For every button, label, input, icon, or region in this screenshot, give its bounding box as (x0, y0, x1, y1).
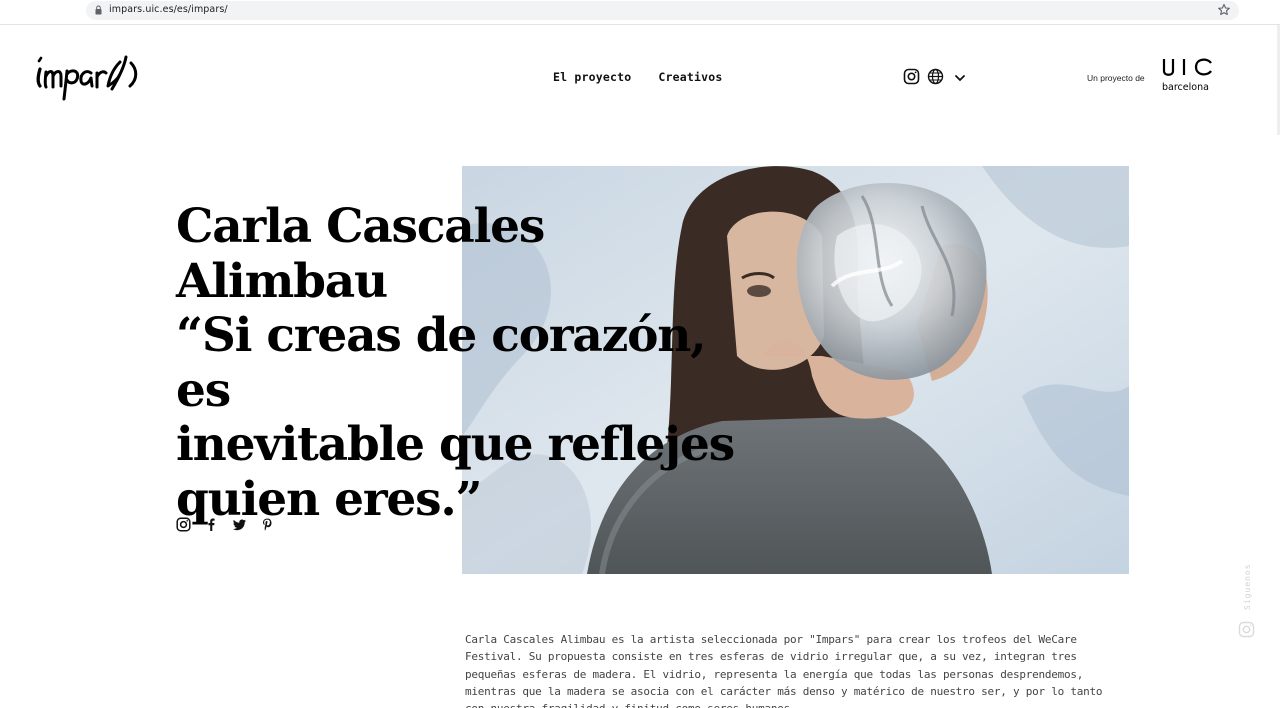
address-bar[interactable]: impars.uic.es/es/impars/ (86, 1, 1239, 20)
pinterest-icon[interactable] (260, 517, 275, 532)
follow-label-text: Síguenos (1243, 563, 1252, 610)
nav-creativos[interactable]: Creativos (658, 70, 722, 84)
instagram-icon[interactable] (1238, 621, 1255, 638)
follow-vertical-label: Síguenos (1236, 530, 1256, 612)
uic-logo-subtitle: barcelona (1162, 82, 1209, 93)
header-tools (903, 68, 966, 85)
hero-title: Carla Cascales Alimbau “Si creas de cora… (176, 199, 736, 527)
impars-logo[interactable] (34, 52, 142, 102)
quote-line-2: inevitable que reflejes (176, 417, 735, 472)
instagram-icon[interactable] (903, 68, 920, 85)
social-links (176, 517, 275, 532)
chevron-down-icon[interactable] (954, 71, 966, 83)
star-icon[interactable] (1217, 3, 1231, 17)
artist-name-line-2: Alimbau (176, 253, 388, 309)
lock-icon (95, 5, 102, 15)
project-by-label: Un proyecto de (1087, 73, 1145, 83)
url-text: impars.uic.es/es/impars/ (109, 4, 228, 15)
artist-name-line-1: Carla Cascales (176, 199, 545, 254)
uic-barcelona-logo[interactable]: barcelona (1161, 56, 1217, 94)
globe-icon[interactable] (927, 68, 944, 85)
main-nav: El proyecto Creativos (553, 70, 723, 84)
article-paragraph: Carla Cascales Alimbau es la artista sel… (465, 633, 1103, 708)
twitter-icon[interactable] (232, 517, 247, 532)
quote-line-1: “Si creas de corazón, es (176, 308, 707, 418)
browser-toolbar: impars.uic.es/es/impars/ (0, 0, 1280, 25)
nav-el-proyecto[interactable]: El proyecto (553, 70, 631, 84)
facebook-icon[interactable] (204, 517, 219, 532)
instagram-icon[interactable] (176, 517, 191, 532)
